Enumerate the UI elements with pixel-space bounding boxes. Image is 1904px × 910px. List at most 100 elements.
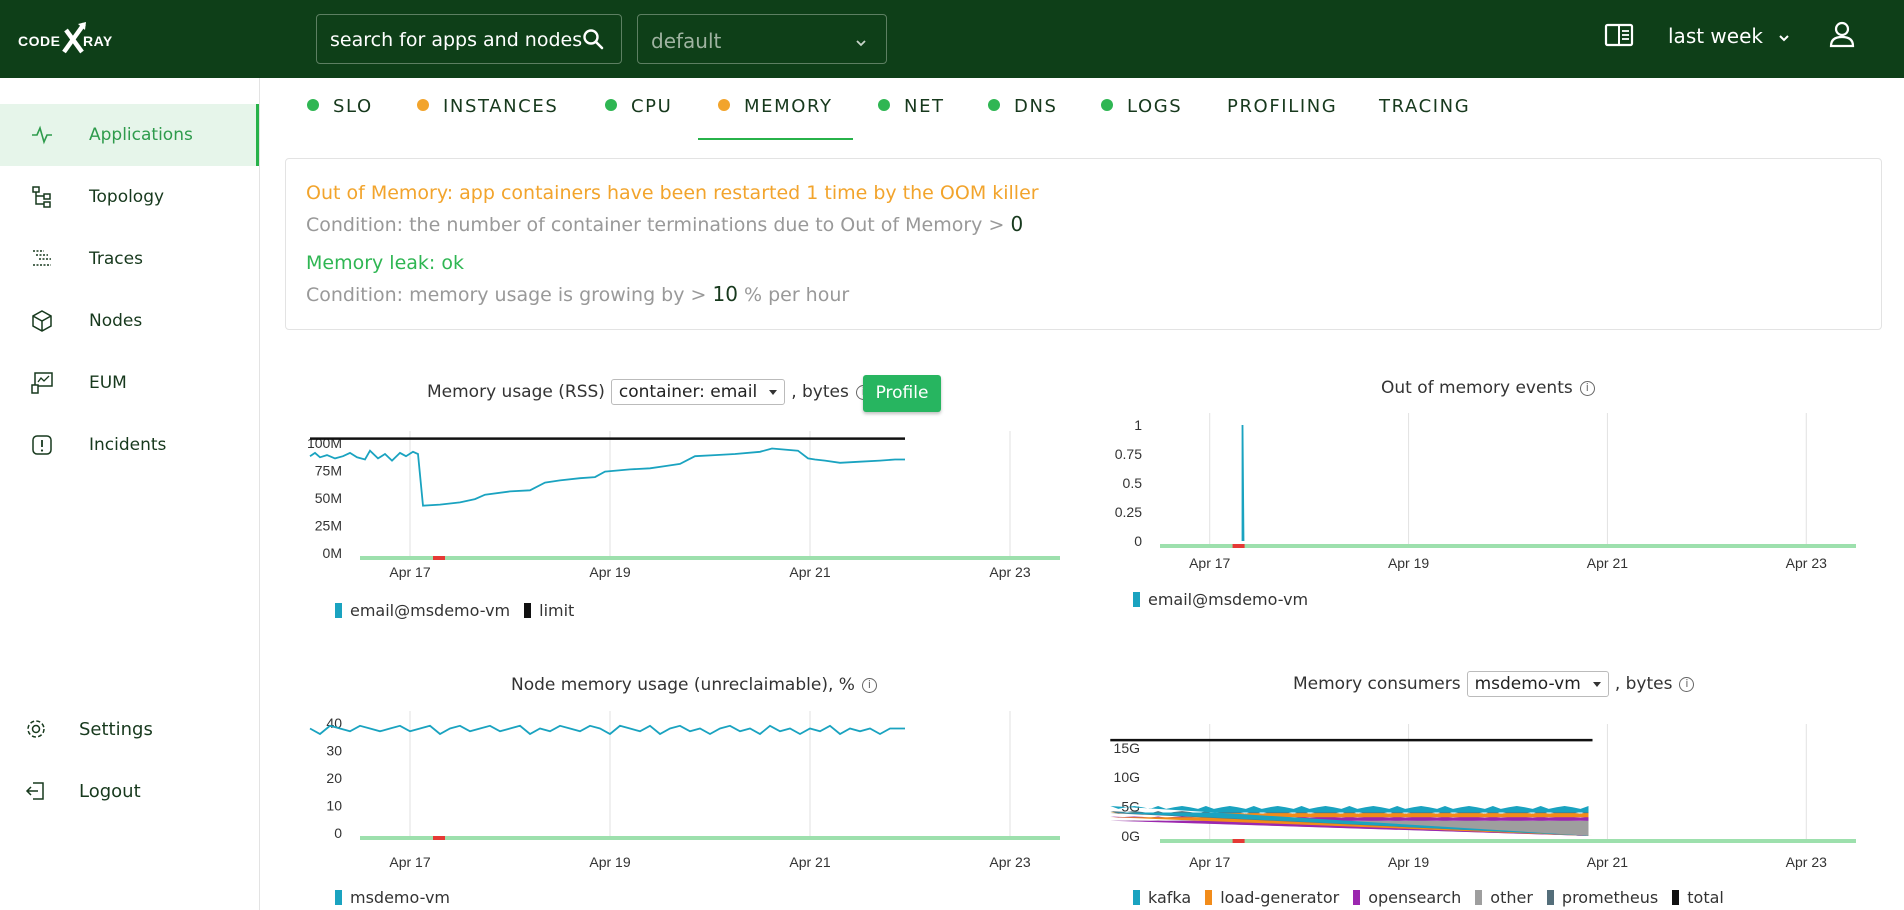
threshold-value[interactable]: 10 [712,282,737,306]
sidebar-item-incidents[interactable]: Incidents [0,414,259,476]
info-icon[interactable]: i [1679,676,1695,692]
memory-consumers-chart: Apr 17 Apr 19 Apr 21 Apr 230G5G10G15G [1110,724,1856,870]
time-range-select[interactable]: last week [1668,24,1791,50]
tab-instances[interactable]: INSTANCES [417,96,558,140]
legend-label: limit [539,601,575,620]
codexray-logo[interactable]: CODE RAY [18,22,128,56]
info-icon[interactable]: i [1579,380,1595,396]
sidebar: Applications Topology Traces Nodes EUM I… [0,78,260,910]
legend-label: load-generator [1220,888,1340,907]
caret-down-icon [1592,681,1601,687]
y-tick-label: 0 [334,825,342,841]
sidebar-item-eum[interactable]: EUM [0,352,259,414]
sidebar-item-label: EUM [89,373,127,393]
tab-label: CPU [631,96,673,117]
y-tick-label: 75M [315,463,342,479]
user-icon[interactable] [1828,20,1856,55]
tab-bar: SLO INSTANCES CPU MEMORY NET DNS LOGS PR… [290,78,1890,140]
container-select[interactable]: container: email [610,379,786,405]
layout-toggle-icon[interactable] [1604,22,1634,53]
incident-marker [433,556,445,560]
svg-text:RAY: RAY [83,33,113,49]
time-range-value: last week [1668,24,1763,48]
incident-marker [1232,839,1245,843]
tab-slo[interactable]: SLO [307,96,373,140]
tab-cpu[interactable]: CPU [605,96,672,140]
y-tick-label: 15G [1114,740,1140,756]
chart-legend: msdemo-vm [335,888,464,907]
y-tick-label: 10 [326,798,342,814]
tab-tracing[interactable]: TRACING [1379,96,1470,140]
legend-label: other [1490,888,1533,907]
legend-item[interactable]: prometheus [1546,888,1658,907]
y-tick-label: 50M [315,490,342,506]
series-line-msdemo-vm [309,724,905,736]
legend-item[interactable]: email@msdemo-vm [1133,590,1308,609]
tab-label: NET [904,96,945,117]
node-memory-chart: Apr 17 Apr 19 Apr 21 Apr 23010203040 [309,711,1060,870]
x-tick-label: Apr 21 [1587,555,1628,571]
series-line-email-msdemo-vm [309,447,905,507]
x-tick-label: Apr 21 [789,564,830,580]
chart-title-text: Memory usage (RSS) [427,382,605,402]
legend-item[interactable]: other [1475,888,1533,907]
legend-label: msdemo-vm [350,888,450,907]
legend-item[interactable]: limit [524,601,574,620]
memory-usage-chart: Apr 17 Apr 19 Apr 21 Apr 230M25M50M75M100M [307,431,1060,580]
check-condition: Condition: the number of container termi… [306,212,1023,236]
tab-memory[interactable]: MEMORY [698,96,853,140]
profile-button[interactable]: Profile [863,375,941,412]
tab-dns[interactable]: DNS [988,96,1058,140]
sidebar-item-logout[interactable]: Logout [0,760,259,822]
timeline-bar [1160,544,1856,548]
unit-text: , bytes [1614,674,1673,694]
legend-item[interactable]: kafka [1133,888,1191,907]
legend-item[interactable]: load-generator [1205,888,1339,907]
legend-swatch [1353,890,1361,905]
chart-title-rss: Memory usage (RSS) container: email , by… [427,379,871,405]
oom-events-chart: Apr 17 Apr 19 Apr 21 Apr 23 0 0.25 0.5 0.75 1 [1115,413,1856,571]
chart-legend: kafka load-generator opensearch other promet… [1133,888,1738,907]
x-tick-label: Apr 21 [789,854,830,870]
series-line-email-msdemo-vm [1241,424,1245,542]
timeline-bar [360,556,1060,560]
project-select[interactable]: default [637,14,887,64]
x-tick-label: Apr 19 [1388,555,1429,571]
legend-item[interactable]: email@msdemo-vm [335,601,510,620]
sidebar-item-topology[interactable]: Topology [0,166,259,228]
tab-net[interactable]: NET [878,96,945,140]
legend-item[interactable]: total [1672,888,1724,907]
search-icon[interactable] [581,27,605,56]
tab-label: LOGS [1127,96,1183,117]
sidebar-item-label: Incidents [89,435,167,455]
logout-icon [24,779,48,803]
legend-label: opensearch [1368,888,1462,907]
sidebar-item-applications[interactable]: Applications [0,104,259,166]
tab-profiling[interactable]: PROFILING [1227,96,1337,140]
threshold-value[interactable]: 0 [1010,212,1023,236]
x-tick-label: Apr 23 [989,564,1030,580]
tab-label: TRACING [1379,96,1471,117]
legend-item[interactable]: opensearch [1353,888,1461,907]
legend-item[interactable]: msdemo-vm [335,888,450,907]
condition-text: Condition: memory usage is growing by > [306,284,707,306]
info-icon[interactable]: i [861,677,877,693]
node-select[interactable]: msdemo-vm [1466,671,1609,697]
legend-label: email@msdemo-vm [1148,590,1309,609]
sidebar-item-settings[interactable]: Settings [0,698,259,760]
status-dot [417,99,429,111]
legend-label: total [1687,888,1724,907]
tab-label: MEMORY [744,96,833,117]
sidebar-item-nodes[interactable]: Nodes [0,290,259,352]
project-value: default [651,29,722,53]
chart-legend: email@msdemo-vm [1133,590,1322,609]
pulse-icon [30,123,54,147]
x-tick-label: Apr 17 [389,854,430,870]
tab-label: DNS [1014,96,1058,117]
sidebar-item-traces[interactable]: Traces [0,228,259,290]
search-input[interactable]: search for apps and nodes [316,14,622,64]
tab-logs[interactable]: LOGS [1101,96,1182,140]
legend-swatch [1475,890,1483,905]
legend-swatch [1133,890,1140,905]
y-tick-label: 0.75 [1115,446,1142,462]
